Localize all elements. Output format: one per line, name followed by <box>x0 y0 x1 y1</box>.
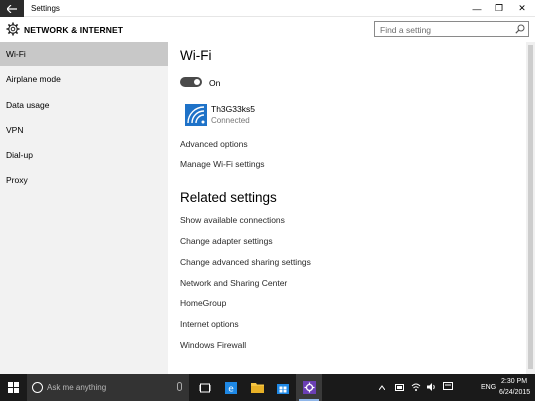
folder-icon <box>250 383 264 393</box>
gear-icon <box>6 22 20 36</box>
sidebar-item-label: Data usage <box>6 100 50 110</box>
sidebar-item-label: Airplane mode <box>6 74 61 84</box>
search-icon[interactable] <box>515 24 525 34</box>
windows-logo-icon <box>7 382 19 393</box>
task-view-button[interactable] <box>192 374 218 401</box>
section-title: Wi-Fi <box>180 48 212 63</box>
sidebar-item-proxy[interactable]: Proxy <box>0 168 168 192</box>
scrollbar[interactable] <box>526 42 535 374</box>
cortana-placeholder: Ask me anything <box>47 383 107 392</box>
taskbar-file-explorer[interactable] <box>244 374 270 401</box>
close-icon: ✕ <box>518 3 526 13</box>
manage-wifi-settings-link[interactable]: Manage Wi-Fi settings <box>180 159 265 169</box>
network-status: Connected <box>211 116 250 125</box>
change-advanced-sharing-link[interactable]: Change advanced sharing settings <box>180 257 311 267</box>
language-indicator[interactable]: ENG <box>481 384 496 391</box>
search-input[interactable]: Find a setting <box>380 25 431 35</box>
internet-options-link[interactable]: Internet options <box>180 319 239 329</box>
advanced-options-link[interactable]: Advanced options <box>180 139 248 149</box>
start-button[interactable] <box>0 374 26 401</box>
store-icon <box>277 383 289 394</box>
taskbar-settings[interactable] <box>296 374 322 401</box>
main-content: Wi-Fi On Th3G33ks5 Connected Advanced op… <box>168 42 526 374</box>
sidebar-item-label: Wi-Fi <box>6 49 26 59</box>
taskbar-edge[interactable]: e <box>218 374 244 401</box>
sidebar-item-wifi[interactable]: Wi-Fi <box>0 42 168 66</box>
back-button[interactable] <box>0 0 24 17</box>
edge-browser-icon: e <box>225 381 237 394</box>
change-adapter-settings-link[interactable]: Change adapter settings <box>180 236 273 246</box>
back-arrow-icon <box>7 4 17 13</box>
sidebar-item-label: Proxy <box>6 175 28 185</box>
network-sharing-center-link[interactable]: Network and Sharing Center <box>180 278 287 288</box>
toggle-state-label: On <box>209 78 221 88</box>
sidebar-item-label: Dial-up <box>6 150 33 160</box>
sidebar: Wi-Fi Airplane mode Data usage VPN Dial-… <box>0 42 168 374</box>
cortana-icon <box>32 382 43 393</box>
svg-text:e: e <box>228 384 234 394</box>
clock-time[interactable]: 2:30 PM <box>501 378 527 385</box>
related-settings-title: Related settings <box>180 190 277 205</box>
taskbar-store[interactable] <box>270 374 296 401</box>
sidebar-item-dial-up[interactable]: Dial-up <box>0 143 168 167</box>
show-available-connections-link[interactable]: Show available connections <box>180 215 285 225</box>
show-hidden-icons-icon[interactable] <box>379 385 385 390</box>
task-view-icon <box>199 383 211 392</box>
wifi-toggle[interactable] <box>180 77 202 87</box>
scrollbar-thumb[interactable] <box>528 45 533 369</box>
sidebar-item-vpn[interactable]: VPN <box>0 118 168 142</box>
action-center-icon[interactable] <box>443 382 453 392</box>
search-box[interactable]: Find a setting <box>374 21 529 37</box>
settings-app-icon <box>302 381 316 394</box>
volume-icon[interactable] <box>427 382 437 392</box>
wifi-signal-icon <box>187 106 205 124</box>
microphone-icon[interactable] <box>177 382 182 391</box>
wifi-tray-icon[interactable] <box>411 382 421 392</box>
sidebar-item-data-usage[interactable]: Data usage <box>0 93 168 117</box>
title-bar: Settings — ❐ ✕ <box>0 0 535 17</box>
windows-firewall-link[interactable]: Windows Firewall <box>180 340 246 350</box>
battery-icon[interactable] <box>395 383 405 392</box>
sidebar-item-airplane-mode[interactable]: Airplane mode <box>0 67 168 91</box>
taskbar: Ask me anything e ENG 2:30 PM 6/24/2015 <box>0 374 535 401</box>
close-button[interactable]: ✕ <box>510 0 534 17</box>
maximize-button[interactable]: ❐ <box>487 0 511 17</box>
network-name[interactable]: Th3G33ks5 <box>211 104 255 114</box>
cortana-search-box[interactable]: Ask me anything <box>27 374 189 401</box>
clock-date[interactable]: 6/24/2015 <box>499 389 530 396</box>
homegroup-link[interactable]: HomeGroup <box>180 298 226 308</box>
sidebar-item-label: VPN <box>6 125 24 135</box>
page-title: NETWORK & INTERNET <box>24 25 124 35</box>
maximize-icon: ❐ <box>494 3 504 13</box>
window-title: Settings <box>31 4 60 13</box>
minimize-icon: — <box>472 3 482 14</box>
network-tile[interactable] <box>185 104 207 126</box>
minimize-button[interactable]: — <box>465 0 489 17</box>
